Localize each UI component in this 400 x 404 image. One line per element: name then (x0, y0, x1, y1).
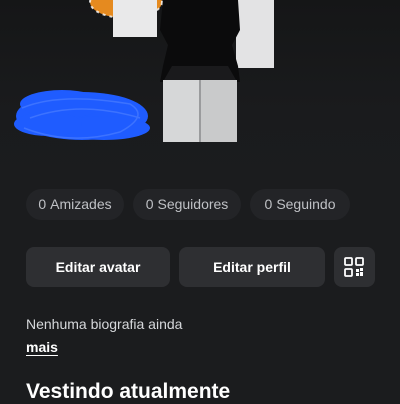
followers-chip[interactable]: 0 Seguidores (133, 189, 241, 220)
avatar-render (14, 0, 274, 142)
friends-label: Amizades (50, 196, 112, 212)
bio-text: Nenhuma biografia ainda (26, 316, 183, 332)
qr-code-icon (344, 257, 364, 277)
friends-count: 0 (38, 196, 47, 212)
following-chip[interactable]: 0 Seguindo (250, 189, 350, 220)
followers-count: 0 (145, 196, 154, 212)
bio-more-link[interactable]: mais (26, 339, 58, 355)
avatar-hero (0, 0, 400, 185)
qr-code-button[interactable] (334, 247, 375, 287)
friends-chip[interactable]: 0 Amizades (26, 189, 124, 220)
following-count: 0 (264, 196, 273, 212)
following-label: Seguindo (276, 196, 336, 212)
edit-profile-button[interactable]: Editar perfil (179, 247, 325, 287)
currently-wearing-heading: Vestindo atualmente (26, 380, 231, 403)
edit-avatar-button[interactable]: Editar avatar (26, 247, 170, 287)
followers-label: Seguidores (157, 196, 229, 212)
